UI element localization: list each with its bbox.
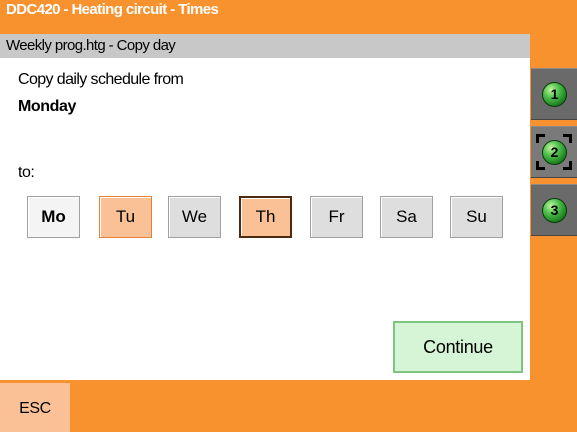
green-ball-icon: 3	[542, 198, 567, 223]
green-ball-icon: 2	[542, 140, 567, 165]
esc-button[interactable]: ESC	[0, 383, 70, 432]
side-button-1[interactable]: 1	[531, 68, 577, 120]
source-day-value: Monday	[18, 98, 77, 115]
day-button-fr[interactable]: Fr	[310, 196, 363, 238]
side-button-3[interactable]: 3	[531, 184, 577, 236]
main-panel: Copy daily schedule from Monday to: Mo T…	[0, 58, 530, 380]
day-button-sa[interactable]: Sa	[380, 196, 433, 238]
window-title: DDC420 - Heating circuit - Times	[0, 0, 530, 34]
continue-button[interactable]: Continue	[393, 321, 523, 373]
day-button-mo[interactable]: Mo	[27, 196, 80, 238]
day-button-su[interactable]: Su	[450, 196, 503, 238]
focus-bracket-icon	[563, 134, 572, 143]
focus-bracket-icon	[536, 161, 545, 170]
screen: DDC420 - Heating circuit - Times Weekly …	[0, 0, 577, 432]
focus-bracket-icon	[563, 161, 572, 170]
focus-bracket-icon	[536, 134, 545, 143]
page-subtitle: Weekly prog.htg - Copy day	[0, 34, 530, 58]
day-button-we[interactable]: We	[168, 196, 221, 238]
copy-from-label: Copy daily schedule from	[18, 71, 184, 88]
day-button-th[interactable]: Th	[239, 196, 292, 238]
green-ball-icon: 1	[542, 82, 567, 107]
side-button-2[interactable]: 2	[531, 126, 577, 178]
to-label: to:	[18, 164, 35, 181]
day-button-tu[interactable]: Tu	[99, 196, 152, 238]
